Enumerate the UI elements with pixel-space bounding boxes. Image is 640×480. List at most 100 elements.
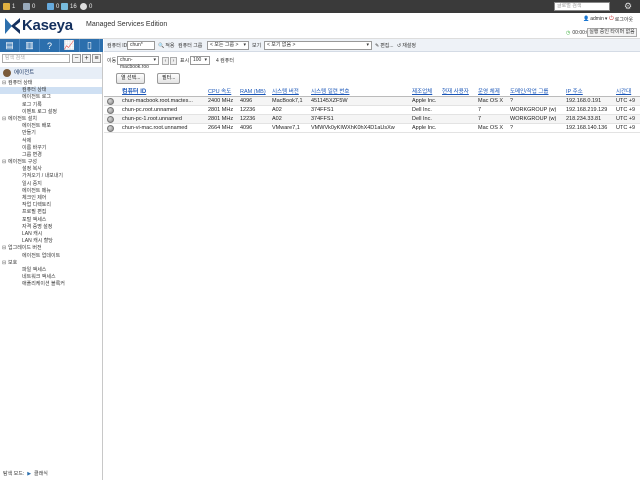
- column-header[interactable]: 운영 체제: [478, 88, 510, 97]
- nav-item[interactable]: 에이전트 업데이트: [0, 253, 102, 260]
- nav-item[interactable]: 만들기: [0, 130, 102, 137]
- column-header[interactable]: IP 주소: [566, 88, 616, 97]
- machine-id-input[interactable]: chun*: [127, 41, 155, 50]
- status-notifications[interactable]: 0: [80, 2, 92, 11]
- status-servers[interactable]: 16: [61, 2, 77, 11]
- nav-group[interactable]: 업그레이드 버전: [0, 245, 102, 252]
- nav-group[interactable]: 컴퓨터 상태: [0, 80, 102, 87]
- table-cell[interactable]: chun-pc.root.unnamed: [122, 106, 208, 115]
- server-icon: [61, 3, 68, 10]
- book-open-icon[interactable]: ▥: [20, 39, 40, 52]
- nav-item[interactable]: 이벤트 로그 설정: [0, 109, 102, 116]
- nav-item[interactable]: 그룹 변경: [0, 152, 102, 159]
- table-cell: Dell Inc.: [412, 107, 432, 113]
- alert-count: 1: [12, 3, 16, 10]
- column-header[interactable]: 컴퓨터 ID: [122, 88, 208, 97]
- table-cell: 374FFS1: [311, 107, 334, 113]
- table-cell: 192.168.140.136: [566, 125, 608, 131]
- table-cell: 2664 MHz: [208, 125, 234, 131]
- column-header[interactable]: CPU 속도: [208, 88, 240, 97]
- nav-item[interactable]: 체크인 제어: [0, 195, 102, 202]
- server-count: 16: [70, 3, 77, 10]
- help-icon[interactable]: ?: [40, 39, 60, 52]
- table-cell: Mac OS X: [478, 125, 504, 131]
- column-header[interactable]: RAM (MB): [240, 88, 272, 97]
- global-search-input[interactable]: 글로벌 검색: [554, 2, 610, 11]
- status-machines-online[interactable]: 0: [47, 2, 59, 11]
- filter-button[interactable]: 필터...: [157, 73, 181, 84]
- nav-item[interactable]: 파일 액세스: [0, 267, 102, 274]
- nav-module-title[interactable]: 에이전트: [0, 67, 102, 79]
- next-page-button[interactable]: ›: [170, 57, 177, 65]
- rows-per-page-select[interactable]: 100: [190, 56, 210, 65]
- chart-icon[interactable]: 📈: [60, 39, 80, 52]
- nav-item[interactable]: 에이전트 로그: [0, 94, 102, 101]
- table-row[interactable]: chun-vi-mac.root.unnamed 2664 MHz 4096 VMwa…: [104, 124, 640, 133]
- table-row[interactable]: chun-pc-1.root.unnamed 2801 MHz 12236 A02 37…: [104, 115, 640, 124]
- nav-mode-icon: ▶: [27, 470, 32, 477]
- table-cell: 192.168.219.129: [566, 107, 608, 113]
- nav-item[interactable]: 자격 증명 설정: [0, 224, 102, 231]
- pencil-icon: ✎: [375, 42, 380, 49]
- table-cell[interactable]: chun-macbook.root.mactes...: [122, 97, 208, 106]
- apply-filter-button[interactable]: 🔍 적용: [158, 42, 174, 50]
- nav-item[interactable]: 로그 기록: [0, 102, 102, 109]
- goto-select[interactable]: chun-macbook.roo: [117, 56, 159, 70]
- nav-item[interactable]: 일시 중지: [0, 181, 102, 188]
- nav-item[interactable]: 프로필 편집: [0, 209, 102, 216]
- column-header[interactable]: 제조업체: [412, 88, 442, 97]
- reset-view-button[interactable]: ↺ 재설정: [397, 42, 416, 50]
- agent-status-icon[interactable]: [107, 116, 114, 123]
- nav-item[interactable]: 포털 액세스: [0, 217, 102, 224]
- table-cell[interactable]: chun-pc-1.root.unnamed: [122, 115, 208, 124]
- column-header[interactable]: 도메인/작업 그룹: [510, 88, 566, 97]
- nav-item[interactable]: 에이전트 메뉴: [0, 188, 102, 195]
- nav-group[interactable]: 보호: [0, 260, 102, 267]
- table-row[interactable]: chun-macbook.root.mactes... 2400 MHz 4096 M…: [104, 97, 640, 106]
- nav-item[interactable]: 삭제: [0, 138, 102, 145]
- nav-group[interactable]: 에이전트 설치: [0, 116, 102, 123]
- column-header[interactable]: 시스템 버전: [272, 88, 311, 97]
- view-select[interactable]: < 보기 없음 >: [264, 41, 372, 50]
- status-alerts[interactable]: 1: [3, 2, 15, 11]
- column-header[interactable]: 시간대: [616, 88, 640, 97]
- table-cell: 12236: [240, 116, 256, 122]
- gear-icon[interactable]: ⚙: [624, 1, 632, 11]
- document-icon[interactable]: ▯: [80, 39, 100, 52]
- nav-mode[interactable]: 탐색 모드: ▶ 클래식: [3, 470, 48, 478]
- book-icon[interactable]: ▤: [0, 39, 20, 52]
- table-cell[interactable]: chun-vi-mac.root.unnamed: [122, 124, 208, 133]
- user-menu[interactable]: 👤 admin ▾: [583, 16, 607, 22]
- machine-group-select[interactable]: < 모든 그룹 >: [207, 41, 249, 50]
- nav-item[interactable]: 가져오기 / 내보내기: [0, 173, 102, 180]
- table-cell: 7: [478, 107, 482, 113]
- agent-status-icon[interactable]: [107, 125, 114, 132]
- status-tickets[interactable]: 0: [23, 2, 35, 11]
- nav-item[interactable]: 에이전트 배포: [0, 123, 102, 130]
- column-header[interactable]: 시스템 일련 번호: [311, 88, 411, 97]
- pending-timers-button[interactable]: 실행 중인 타이머 없음: [587, 28, 637, 37]
- chevron-down-icon: ▾: [604, 16, 608, 22]
- expand-all-button[interactable]: +: [82, 54, 91, 63]
- agent-status-icon[interactable]: [107, 107, 114, 114]
- nav-item[interactable]: 작업 디렉토리: [0, 202, 102, 209]
- nav-group[interactable]: 에이전트 구성: [0, 159, 102, 166]
- nav-item[interactable]: 애플리케이션 블록커: [0, 281, 102, 288]
- nav-search-input[interactable]: 탐색 검색: [2, 54, 70, 63]
- table-row[interactable]: chun-pc.root.unnamed 2801 MHz 12236 A02 374F…: [104, 106, 640, 115]
- nav-item[interactable]: 컴퓨터 상태: [0, 87, 102, 95]
- table-cell: WORKGROUP (w): [510, 116, 557, 122]
- collapse-all-button[interactable]: −: [72, 54, 81, 63]
- edit-view-button[interactable]: ✎ 편집...: [375, 42, 394, 50]
- select-columns-button[interactable]: 열 선택...: [116, 73, 146, 84]
- agent-status-icon[interactable]: [107, 98, 114, 105]
- search-icon: 🔍: [158, 42, 165, 49]
- clock-icon: [80, 3, 87, 10]
- nav-item[interactable]: 이름 바꾸기: [0, 145, 102, 152]
- nav-options-button[interactable]: ≡: [92, 54, 101, 63]
- table-cell: VMWVk0yKIWXhK0hX4D1aUsXw: [311, 125, 395, 131]
- column-header[interactable]: 현재 사용자: [442, 88, 478, 97]
- logout-link[interactable]: ⏻ 로그아웃: [609, 16, 633, 23]
- prev-page-button[interactable]: ‹: [162, 57, 169, 65]
- table-cell: [442, 124, 478, 133]
